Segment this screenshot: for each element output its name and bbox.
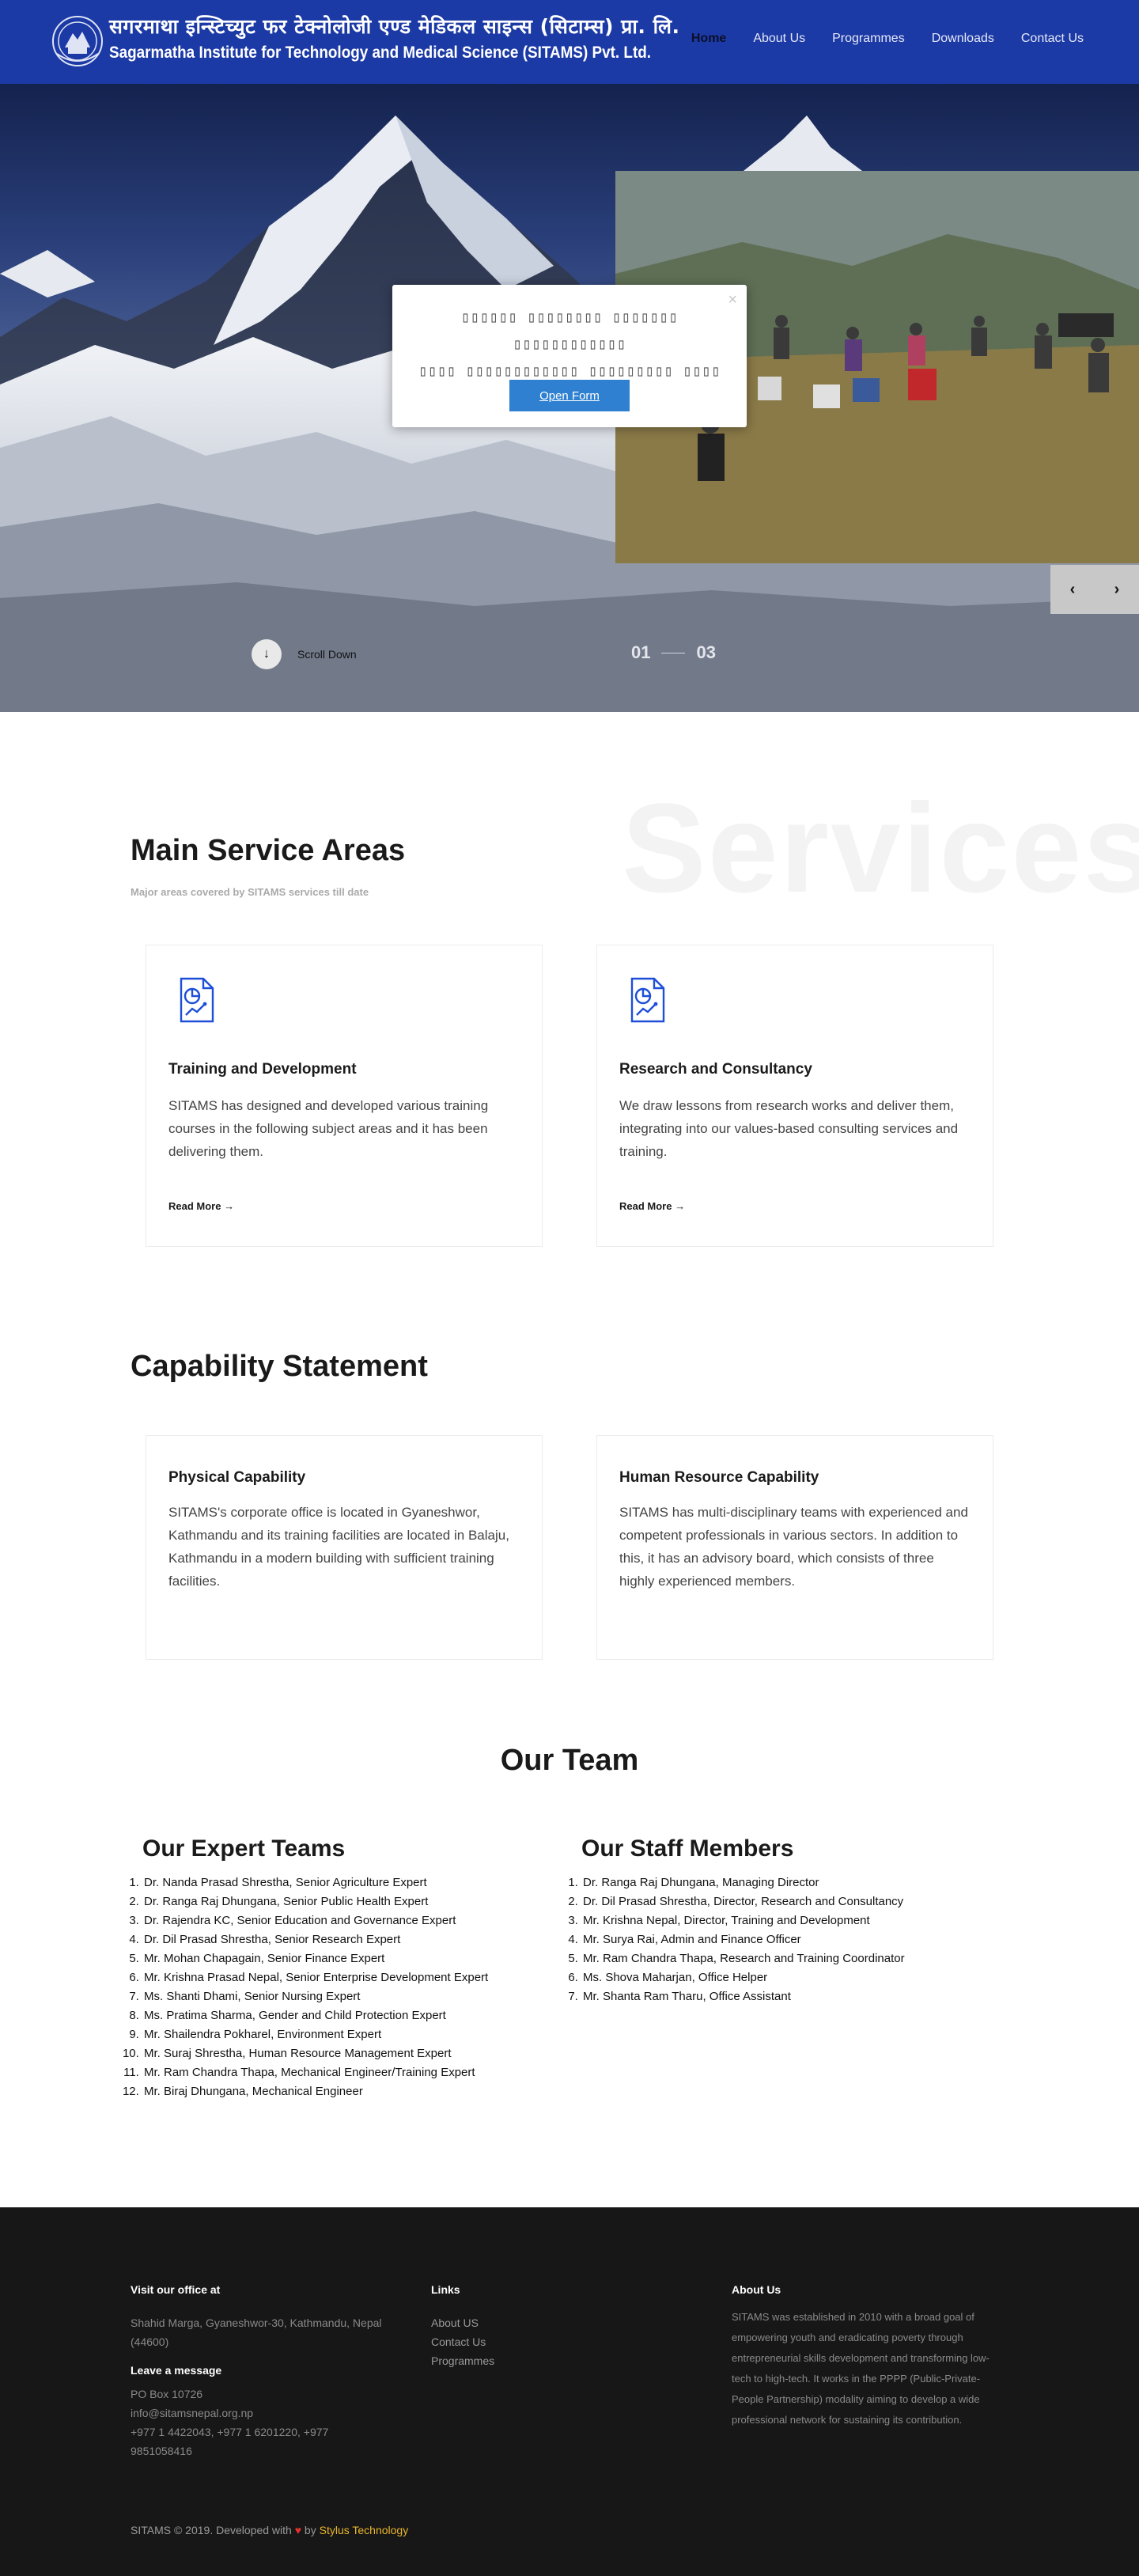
- staff-list-item: Dr. Dil Prasad Shrestha, Director, Resea…: [581, 1892, 905, 1911]
- capability-card-text: SITAMS has multi-disciplinary teams with…: [619, 1505, 968, 1589]
- expert-list-item: Dr. Ranga Raj Dhungana, Senior Public He…: [142, 1892, 488, 1911]
- nav-about-us[interactable]: About Us: [753, 32, 805, 46]
- main-nav: Home About Us Programmes Downloads Conta…: [664, 32, 1084, 46]
- staff-list-item: Ms. Shova Maharjan, Office Helper: [581, 1968, 905, 1987]
- footer-links-heading: Links: [431, 2283, 460, 2296]
- footer-visit-heading: Visit our office at: [131, 2283, 221, 2296]
- capability-card-text: SITAMS's corporate office is located in …: [168, 1505, 509, 1589]
- service-card-research: Research and Consultancy We draw lessons…: [596, 945, 993, 1247]
- staff-list-item: Mr. Shanta Ram Tharu, Office Assistant: [581, 1987, 905, 2006]
- hero-slider: × ▯▯▯▯▯▯ ▯▯▯▯▯▯▯▯ ▯▯▯▯▯▯▯ ▯▯▯▯▯▯▯▯▯▯▯▯ ▯…: [0, 84, 1139, 712]
- read-more-link[interactable]: Read More →: [619, 1200, 685, 1212]
- staff-list-item: Dr. Ranga Raj Dhungana, Managing Directo…: [581, 1873, 905, 1892]
- scroll-down-button[interactable]: ↓ Scroll Down: [252, 639, 357, 669]
- footer-message-heading: Leave a message: [131, 2364, 222, 2377]
- document-chart-icon: [630, 977, 665, 1023]
- expert-list-item: Dr. Nanda Prasad Shrestha, Senior Agricu…: [142, 1873, 488, 1892]
- footer-link-about-us[interactable]: About US: [431, 2313, 494, 2332]
- nav-downloads[interactable]: Downloads: [932, 32, 994, 46]
- footer-about-text: SITAMS was established in 2010 with a br…: [732, 2311, 990, 2426]
- expert-list-item: Mr. Krishna Prasad Nepal, Senior Enterpr…: [142, 1968, 488, 1987]
- brand-name-english: Sagarmatha Institute for Technology and …: [109, 44, 652, 62]
- arrow-down-icon: ↓: [252, 639, 282, 669]
- nav-programmes[interactable]: Programmes: [832, 32, 905, 46]
- heart-icon: ♥: [294, 2524, 302, 2536]
- footer-link-contact-us[interactable]: Contact Us: [431, 2332, 494, 2351]
- staff-member-list: Dr. Ranga Raj Dhungana, Managing Directo…: [564, 1873, 905, 2006]
- expert-list-item: Mr. Ram Chandra Thapa, Mechanical Engine…: [142, 2063, 488, 2082]
- footer-about-heading: About Us: [732, 2283, 781, 2296]
- read-more-label: Read More: [168, 1200, 221, 1212]
- arrow-right-icon: →: [675, 1200, 686, 1212]
- slide-counter: 01 03: [631, 642, 716, 663]
- expert-list-item: Mr. Mohan Chapagain, Senior Finance Expe…: [142, 1949, 488, 1968]
- expert-list-item: Mr. Suraj Shrestha, Human Resource Manag…: [142, 2044, 488, 2063]
- slide-current: 01: [631, 642, 651, 662]
- service-card-title: Research and Consultancy: [619, 1061, 812, 1078]
- services-title: Main Service Areas: [131, 834, 406, 867]
- footer-links: About US Contact Us Programmes: [431, 2313, 494, 2370]
- footer-contact-info: PO Box 10726 info@sitamsnepal.org.np +97…: [131, 2385, 384, 2460]
- announcement-popup: × ▯▯▯▯▯▯ ▯▯▯▯▯▯▯▯ ▯▯▯▯▯▯▯ ▯▯▯▯▯▯▯▯▯▯▯▯ ▯…: [392, 285, 747, 427]
- footer-copyright: SITAMS © 2019. Developed with ♥ by Stylu…: [131, 2524, 408, 2536]
- services-background-word: Services: [622, 777, 1139, 919]
- document-chart-icon: [180, 977, 214, 1023]
- staff-list-item: Mr. Surya Rai, Admin and Finance Officer: [581, 1930, 905, 1949]
- scroll-down-label: Scroll Down: [297, 648, 357, 661]
- sitams-logo-icon[interactable]: [49, 13, 111, 70]
- capability-card-physical: Physical Capability SITAMS's corporate o…: [146, 1435, 543, 1660]
- site-footer: Visit our office at Shahid Marga, Gyanes…: [0, 2207, 1139, 2576]
- arrow-right-icon: →: [224, 1200, 235, 1212]
- read-more-link[interactable]: Read More →: [168, 1200, 234, 1212]
- brand-name-hindi: सगरमाथा इन्स्टिच्युट फर टेक्नोलोजी एण्ड …: [109, 15, 680, 38]
- footer-po-box: PO Box 10726: [131, 2388, 203, 2400]
- team-title: Our Team: [500, 1744, 639, 1777]
- capability-card-human-resource: Human Resource Capability SITAMS has mul…: [596, 1435, 993, 1660]
- expert-list-item: Ms. Pratima Sharma, Gender and Child Pro…: [142, 2006, 488, 2025]
- developer-link[interactable]: Stylus Technology: [320, 2524, 409, 2536]
- expert-teams-title: Our Expert Teams: [142, 1835, 346, 1862]
- service-card-text: We draw lessons from research works and …: [619, 1098, 959, 1159]
- open-form-button[interactable]: Open Form: [509, 380, 630, 411]
- copyright-text: SITAMS © 2019. Developed with: [131, 2524, 292, 2536]
- slider-arrows: ‹ ›: [1050, 565, 1139, 614]
- popup-message: ▯▯▯▯▯▯ ▯▯▯▯▯▯▯▯ ▯▯▯▯▯▯▯ ▯▯▯▯▯▯▯▯▯▯▯▯ ▯▯▯…: [414, 304, 725, 385]
- expert-list-item: Mr. Biraj Dhungana, Mechanical Engineer: [142, 2082, 488, 2101]
- service-card-title: Training and Development: [168, 1061, 357, 1078]
- nav-contact-us[interactable]: Contact Us: [1021, 32, 1084, 46]
- chevron-right-icon[interactable]: ›: [1095, 565, 1139, 614]
- staff-list-item: Mr. Ram Chandra Thapa, Research and Trai…: [581, 1949, 905, 1968]
- brand-name[interactable]: सगरमाथा इन्स्टिच्युट फर टेक्नोलोजी एण्ड …: [109, 13, 711, 65]
- site-header: सगरमाथा इन्स्टिच्युट फर टेक्नोलोजी एण्ड …: [0, 0, 1139, 84]
- footer-email[interactable]: info@sitamsnepal.org.np: [131, 2404, 384, 2423]
- footer-address: Shahid Marga, Gyaneshwor-30, Kathmandu, …: [131, 2317, 382, 2348]
- capability-card-title: Physical Capability: [168, 1469, 306, 1486]
- slide-total: 03: [696, 642, 716, 662]
- nav-home[interactable]: Home: [691, 32, 726, 46]
- expert-list-item: Dr. Rajendra KC, Senior Education and Go…: [142, 1911, 488, 1930]
- popup-message-line: ▯▯▯▯▯▯ ▯▯▯▯▯▯▯▯ ▯▯▯▯▯▯▯ ▯▯▯▯▯▯▯▯▯▯▯▯: [460, 309, 679, 353]
- capability-card-title: Human Resource Capability: [619, 1469, 819, 1486]
- services-subtitle: Major areas covered by SITAMS services t…: [131, 886, 369, 898]
- copyright-by: by: [304, 2524, 316, 2536]
- expert-list-item: Dr. Dil Prasad Shrestha, Senior Research…: [142, 1930, 488, 1949]
- service-card-text: SITAMS has designed and developed variou…: [168, 1098, 489, 1159]
- read-more-label: Read More: [619, 1200, 672, 1212]
- footer-link-programmes[interactable]: Programmes: [431, 2351, 494, 2370]
- expert-list-item: Ms. Shanti Dhami, Senior Nursing Expert: [142, 1987, 488, 2006]
- footer-phones: +977 1 4422043, +977 1 6201220, +977 985…: [131, 2426, 329, 2457]
- service-card-training: Training and Development SITAMS has desi…: [146, 945, 543, 1247]
- expert-list-item: Mr. Shailendra Pokharel, Environment Exp…: [142, 2025, 488, 2044]
- close-icon[interactable]: ×: [728, 291, 737, 309]
- expert-team-list: Dr. Nanda Prasad Shrestha, Senior Agricu…: [125, 1873, 488, 2101]
- staff-members-title: Our Staff Members: [581, 1835, 794, 1862]
- capability-title: Capability Statement: [131, 1350, 428, 1383]
- chevron-left-icon[interactable]: ‹: [1050, 565, 1095, 614]
- staff-list-item: Mr. Krishna Nepal, Director, Training an…: [581, 1911, 905, 1930]
